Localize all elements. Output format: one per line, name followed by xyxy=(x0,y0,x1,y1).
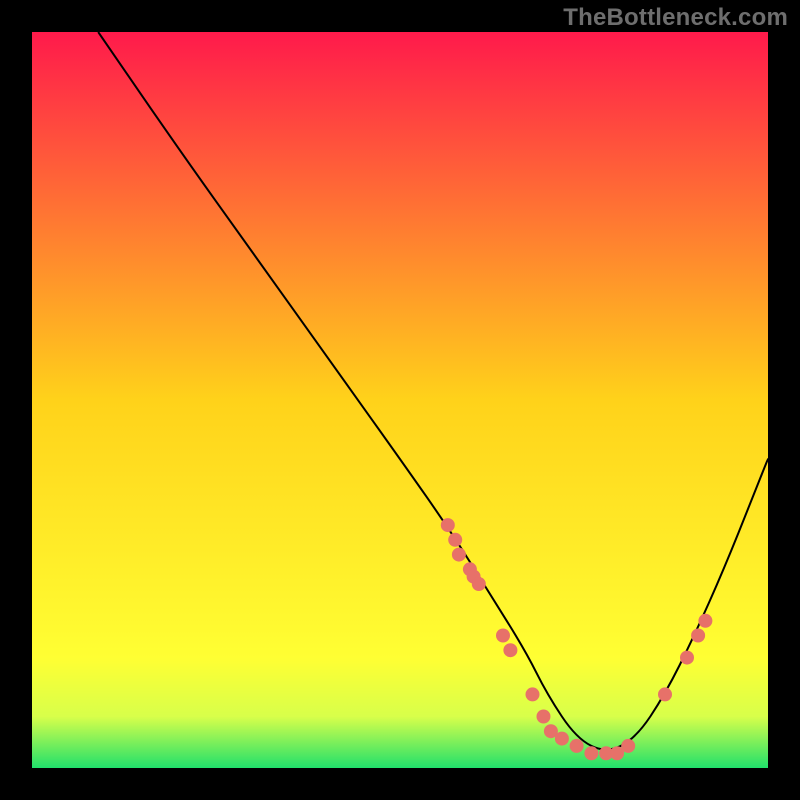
highlight-dot xyxy=(503,643,517,657)
highlight-dot xyxy=(472,577,486,591)
highlight-dot xyxy=(526,687,540,701)
chart-background xyxy=(32,32,768,768)
highlight-dot xyxy=(691,629,705,643)
highlight-dot xyxy=(448,533,462,547)
highlight-dot xyxy=(496,629,510,643)
chart-frame: TheBottleneck.com xyxy=(0,0,800,800)
highlight-dot xyxy=(680,651,694,665)
highlight-dot xyxy=(441,518,455,532)
highlight-dot xyxy=(452,548,466,562)
highlight-dot xyxy=(584,746,598,760)
plot-area xyxy=(32,32,768,768)
highlight-dot xyxy=(570,739,584,753)
chart-svg xyxy=(32,32,768,768)
highlight-dot xyxy=(537,710,551,724)
highlight-dot xyxy=(621,739,635,753)
highlight-dot xyxy=(555,732,569,746)
highlight-dot xyxy=(658,687,672,701)
watermark-text: TheBottleneck.com xyxy=(563,4,788,32)
highlight-dot xyxy=(698,614,712,628)
